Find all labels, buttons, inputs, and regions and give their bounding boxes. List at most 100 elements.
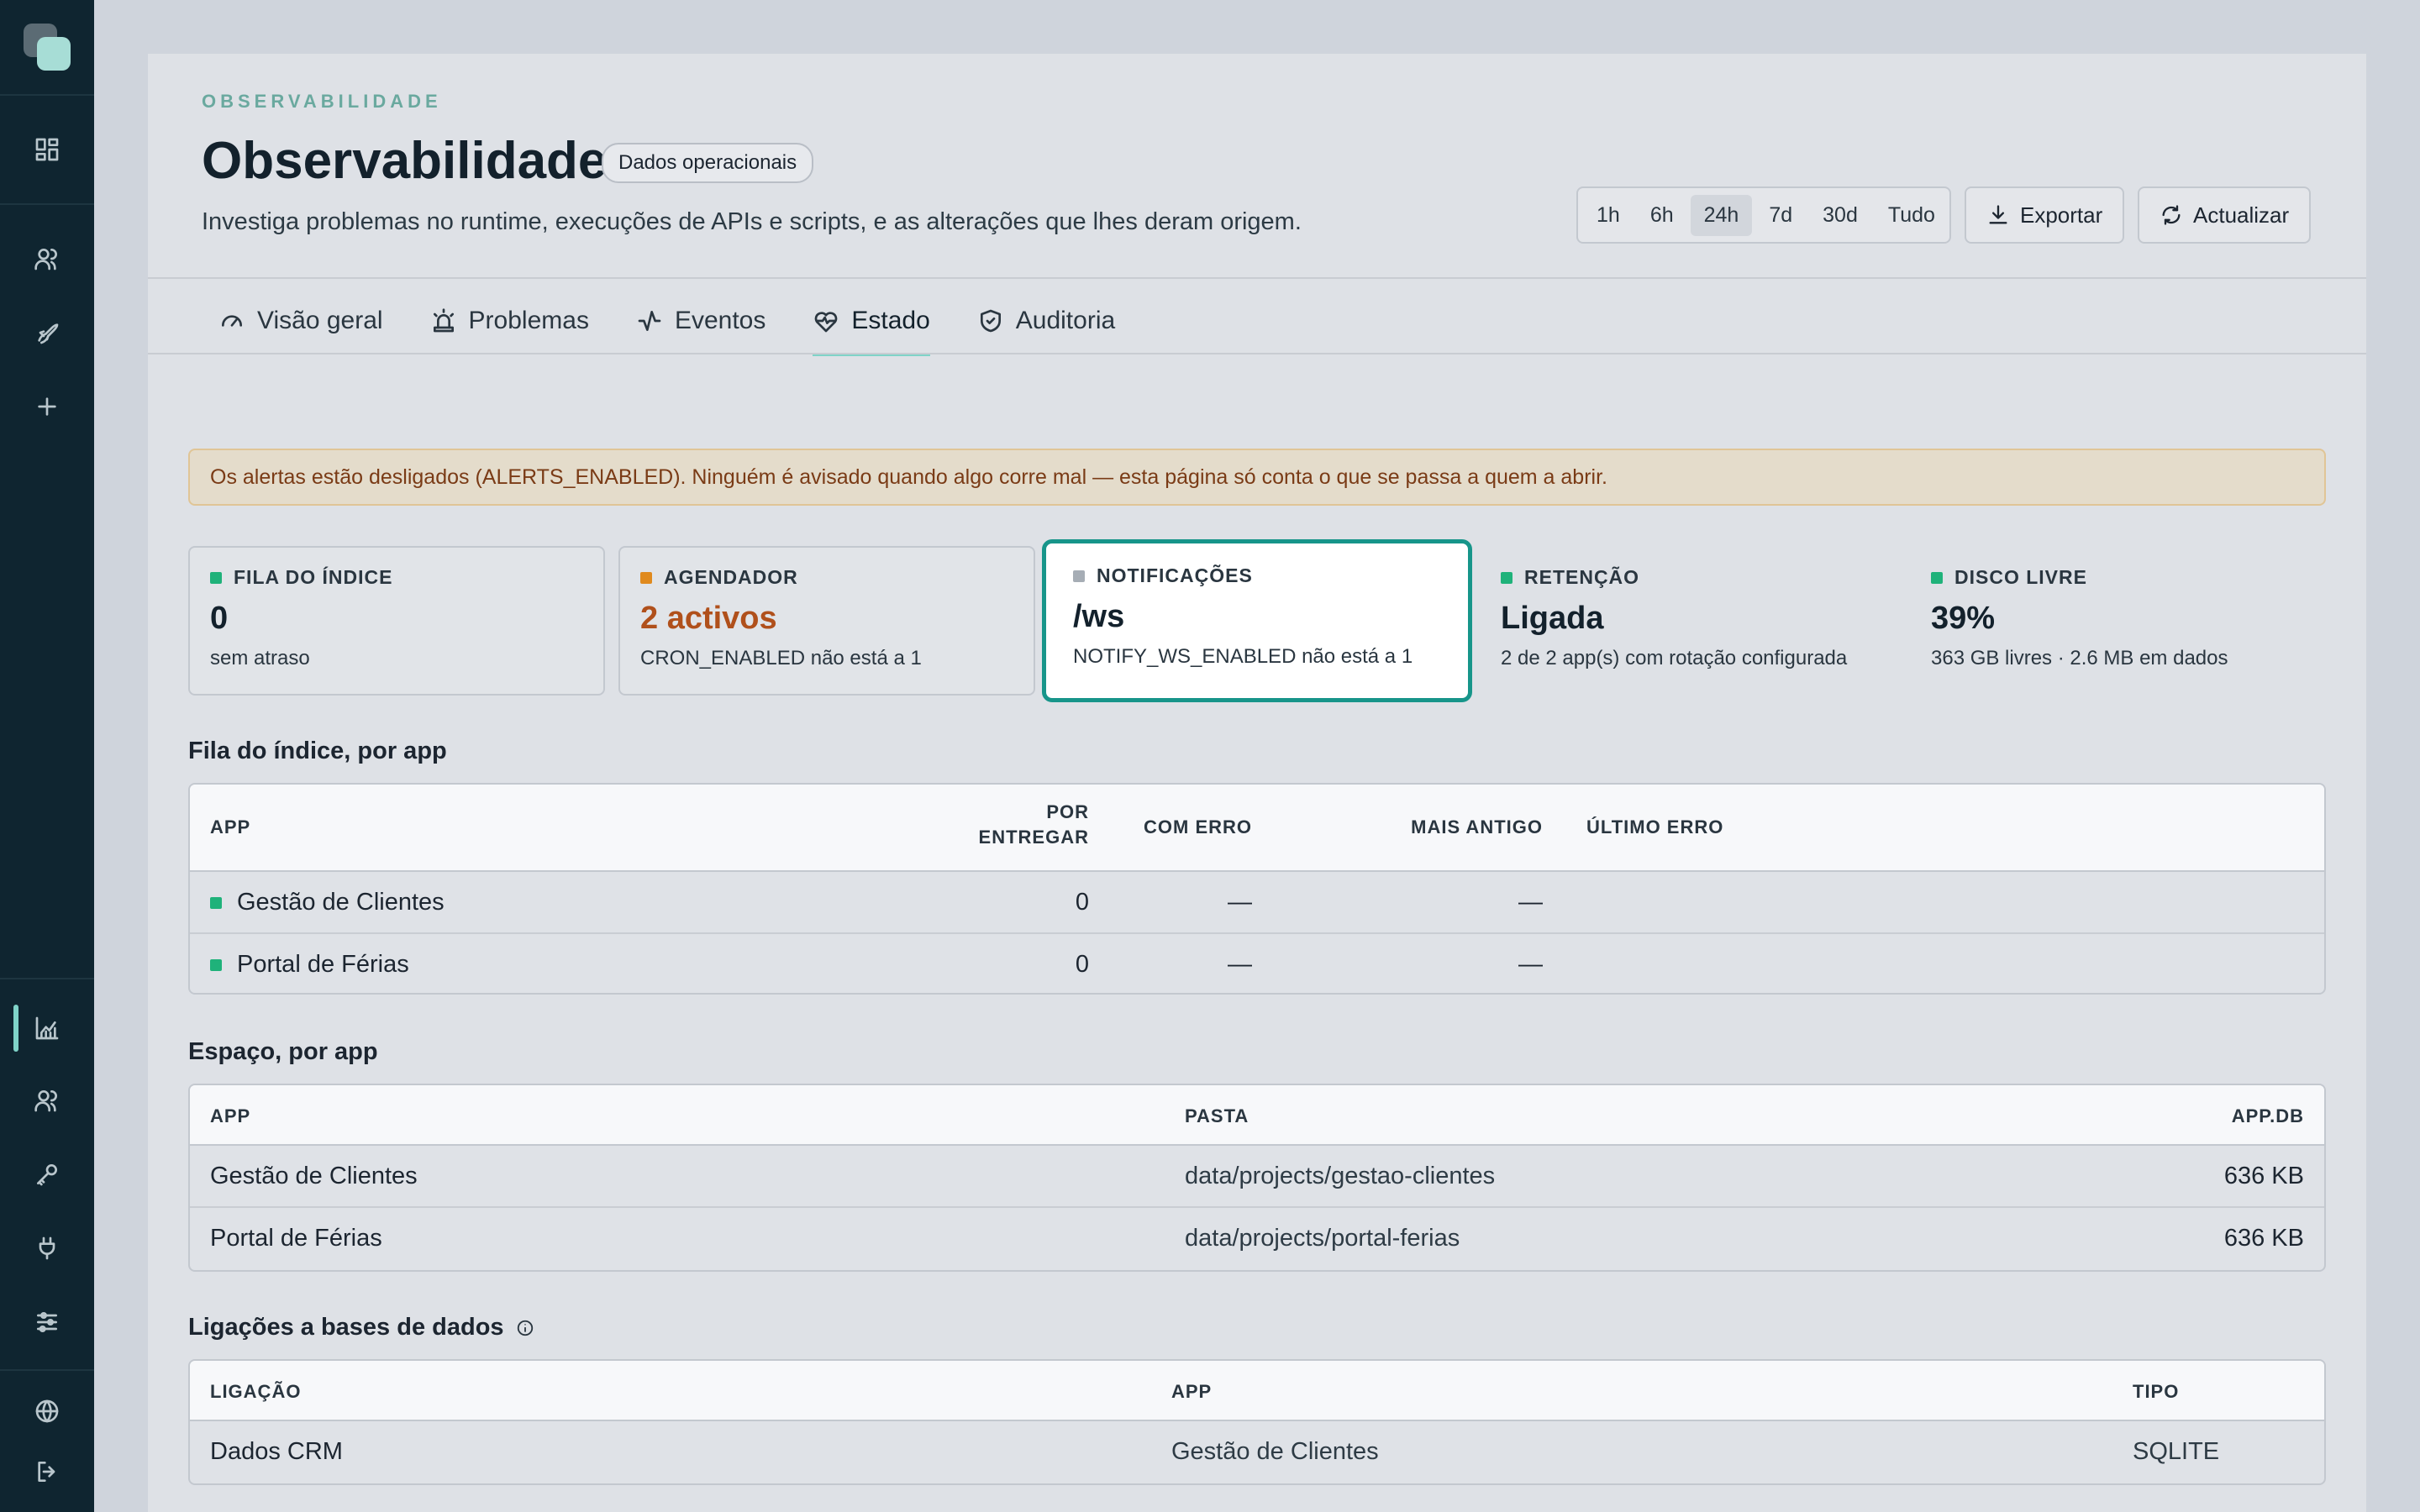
card-label: FILA DO ÍNDICE xyxy=(234,566,393,588)
refresh-button[interactable]: Actualizar xyxy=(2138,186,2312,244)
time-range-selector: 1h 6h 24h 7d 30d Tudo xyxy=(1576,186,1951,244)
cell-type: SQLITE xyxy=(2133,1438,2220,1465)
siren-icon xyxy=(433,308,454,333)
app-logo[interactable] xyxy=(24,24,71,71)
table-header: APP POR ENTREGAR COM ERRO MAIS ANTIGO ÚL… xyxy=(190,785,2324,872)
table-header: LIGAÇÃO APP TIPO xyxy=(190,1361,2324,1421)
card-label: AGENDADOR xyxy=(664,566,798,588)
refresh-icon xyxy=(2162,205,2181,225)
active-indicator xyxy=(13,1005,18,1052)
table-row[interactable]: Gestão de Clientes data/projects/gestao-… xyxy=(190,1146,2324,1208)
card-sub: 363 GB livres · 2.6 MB em dados xyxy=(1931,647,2228,669)
table-row[interactable]: Dados CRM Gestão de Clientes SQLITE xyxy=(190,1421,2324,1483)
sidebar-divider xyxy=(0,94,94,96)
status-dot xyxy=(210,959,222,971)
range-24h[interactable]: 24h xyxy=(1690,194,1753,236)
export-label: Exportar xyxy=(2020,202,2103,228)
col-app-db: APP.DB xyxy=(2231,1105,2304,1126)
queue-table: APP POR ENTREGAR COM ERRO MAIS ANTIGO ÚL… xyxy=(188,783,2326,995)
cell-app: Portal de Férias xyxy=(237,951,409,978)
tab-bar: Visão geral Problemas Eventos Estado Aud… xyxy=(218,289,1115,356)
card-index-queue[interactable]: FILA DO ÍNDICE 0 sem atraso xyxy=(188,546,605,696)
cell-app-db: 636 KB xyxy=(2223,1163,2304,1189)
connections-section-title: Ligações a bases de dados xyxy=(188,1314,534,1341)
sliders-icon[interactable] xyxy=(27,1302,67,1342)
chart-icon[interactable] xyxy=(27,1008,67,1048)
globe-icon[interactable] xyxy=(27,1391,67,1431)
range-6h[interactable]: 6h xyxy=(1637,195,1687,236)
page-title: Observabilidade xyxy=(202,132,608,190)
card-notifications[interactable]: NOTIFICAÇÕES /ws NOTIFY_WS_ENABLED não e… xyxy=(1042,539,1472,702)
status-dot xyxy=(210,571,222,584)
sidebar-divider xyxy=(0,978,94,979)
dashboard-icon[interactable] xyxy=(27,129,67,170)
card-value: /ws xyxy=(1073,599,1125,634)
sidebar xyxy=(0,0,94,1512)
key-icon[interactable] xyxy=(27,1154,67,1194)
cell-oldest: — xyxy=(1518,889,1543,916)
plus-icon[interactable] xyxy=(27,386,67,427)
tab-overview[interactable]: Visão geral xyxy=(218,289,383,353)
users-icon[interactable] xyxy=(27,239,67,279)
status-dot xyxy=(640,571,652,584)
tabs-divider xyxy=(148,353,2366,354)
range-30d[interactable]: 30d xyxy=(1809,195,1871,236)
sidebar-divider xyxy=(0,203,94,205)
tab-events[interactable]: Eventos xyxy=(636,289,765,353)
cell-app: Gestão de Clientes xyxy=(1171,1438,1379,1465)
space-section-title: Espaço, por app xyxy=(188,1038,378,1065)
status-dot xyxy=(210,897,222,909)
cell-app: Gestão de Clientes xyxy=(210,1163,418,1189)
cell-app: Portal de Férias xyxy=(210,1225,382,1252)
shield-check-icon xyxy=(980,309,1001,333)
tab-label: Eventos xyxy=(674,307,766,334)
logout-icon[interactable] xyxy=(27,1452,67,1492)
tab-problems[interactable]: Problemas xyxy=(430,289,589,353)
export-button[interactable]: Exportar xyxy=(1965,186,2125,244)
space-table: APP PASTA APP.DB Gestão de Clientes data… xyxy=(188,1084,2326,1272)
table-row[interactable]: Portal de Férias 0 — — xyxy=(190,934,2324,993)
heart-pulse-icon xyxy=(815,312,838,333)
cell-oldest: — xyxy=(1518,951,1543,978)
cell-app: Gestão de Clientes xyxy=(237,889,445,916)
page-subtitle: Investiga problemas no runtime, execuçõe… xyxy=(202,208,1302,235)
rocket-icon[interactable] xyxy=(27,312,67,353)
status-badge: Dados operacionais xyxy=(602,143,814,183)
range-7d[interactable]: 7d xyxy=(1755,195,1806,236)
table-row[interactable]: Gestão de Clientes 0 — — xyxy=(190,872,2324,934)
tab-label: Visão geral xyxy=(257,307,383,334)
tab-label: Auditoria xyxy=(1015,307,1116,334)
card-label: NOTIFICAÇÕES xyxy=(1097,564,1253,586)
tab-label: Estado xyxy=(851,307,930,334)
col-last-error: ÚLTIMO ERRO xyxy=(1586,816,1724,837)
info-icon[interactable] xyxy=(516,1319,534,1337)
card-free-disk[interactable]: DISCO LIVRE 39% 363 GB livres · 2.6 MB e… xyxy=(1909,546,2326,696)
cell-errors: — xyxy=(1228,889,1252,916)
cell-errors: — xyxy=(1228,951,1252,978)
card-label: RETENÇÃO xyxy=(1524,566,1640,588)
main-panel: OBSERVABILIDADE Observabilidade Dados op… xyxy=(148,54,2366,1512)
connections-title-text: Ligações a bases de dados xyxy=(188,1314,504,1341)
gauge-icon xyxy=(222,315,242,327)
col-folder: PASTA xyxy=(1185,1105,1249,1126)
cell-app-db: 636 KB xyxy=(2223,1225,2304,1252)
col-errors: COM ERRO xyxy=(1144,816,1252,837)
card-retention[interactable]: RETENÇÃO Ligada 2 de 2 app(s) com rotaçã… xyxy=(1479,546,1896,696)
range-all[interactable]: Tudo xyxy=(1875,195,1949,236)
card-value: 0 xyxy=(210,601,229,636)
card-scheduler[interactable]: AGENDADOR 2 activos CRON_ENABLED não est… xyxy=(618,546,1035,696)
table-row[interactable]: Portal de Férias data/projects/portal-fe… xyxy=(190,1208,2324,1270)
tab-audit[interactable]: Auditoria xyxy=(977,289,1115,353)
alerts-disabled-banner: Os alertas estão desligados (ALERTS_ENAB… xyxy=(188,449,2326,506)
plug-icon[interactable] xyxy=(27,1228,67,1268)
table-header: APP PASTA APP.DB xyxy=(190,1085,2324,1146)
card-sub: CRON_ENABLED não está a 1 xyxy=(640,647,922,669)
card-sub: sem atraso xyxy=(210,647,310,669)
team-icon[interactable] xyxy=(27,1080,67,1121)
col-app: APP xyxy=(1171,1381,1213,1402)
refresh-label: Actualizar xyxy=(2193,202,2290,228)
status-dot xyxy=(1501,571,1512,584)
tab-status[interactable]: Estado xyxy=(813,289,931,356)
connections-table: LIGAÇÃO APP TIPO Dados CRM Gestão de Cli… xyxy=(188,1359,2326,1485)
range-1h[interactable]: 1h xyxy=(1583,195,1634,236)
